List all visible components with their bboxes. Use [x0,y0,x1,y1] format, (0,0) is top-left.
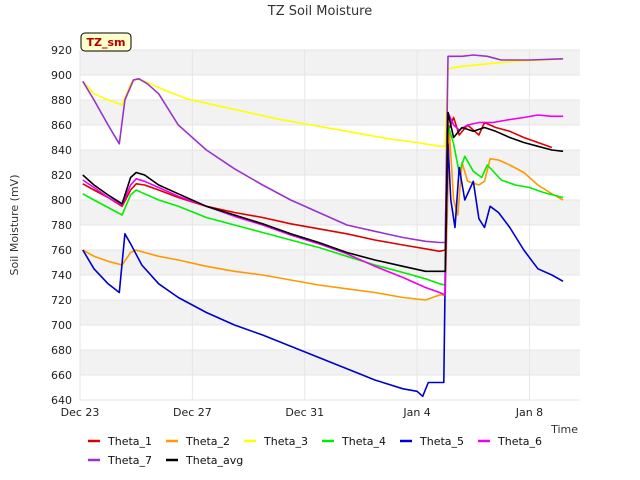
legend-item-theta-2: Theta_2 [166,435,230,448]
grid-bands [79,49,580,401]
y-tick-label: 780 [51,219,72,232]
y-axis-ticks: 6406606807007207407607808008208408608809… [51,44,72,407]
grid-band [80,250,580,275]
x-tick-label: Dec 27 [173,406,212,419]
legend-item-theta-6: Theta_6 [478,435,542,448]
x-tick-label: Dec 31 [285,406,324,419]
y-tick-label: 900 [51,69,72,82]
x-tick-label: Dec 23 [61,406,100,419]
legend-item-theta-5: Theta_5 [400,435,464,448]
legend-label: Theta_6 [497,435,542,448]
legend-label: Theta_3 [263,435,308,448]
legend-item-theta-7: Theta_7 [88,454,152,467]
x-axis-ticks: Dec 23 Dec 27 Dec 31 Jan 4 Jan 8 [61,406,544,419]
y-tick-label: 700 [51,319,72,332]
legend-item-theta-4: Theta_4 [322,435,386,448]
y-tick-label: 680 [51,344,72,357]
legend-label: Theta_7 [107,454,152,467]
y-tick-label: 660 [51,369,72,382]
legend-label: Theta_5 [419,435,464,448]
y-tick-label: 740 [51,269,72,282]
x-tick-label: Jan 4 [402,406,430,419]
legend-item-theta-3: Theta_3 [244,435,308,448]
x-axis-label: Time [550,423,578,436]
legend-label: Theta_avg [185,454,243,467]
chart-title: TZ Soil Moisture [267,4,373,19]
grid-band [80,100,580,125]
y-tick-label: 800 [51,194,72,207]
y-tick-label: 820 [51,169,72,182]
soil-moisture-chart: TZ Soil Moisture 64066068070072074076078… [8,4,580,467]
x-tick-label: Jan 8 [515,406,543,419]
y-tick-label: 720 [51,294,72,307]
y-axis-label: Soil Moisture (mV) [8,175,21,276]
badge-label: TZ_sm [87,36,126,49]
tz-sm-badge: TZ_sm [80,32,132,52]
legend-item-theta-1: Theta_1 [88,435,152,448]
grid-band [80,300,580,325]
y-tick-label: 860 [51,119,72,132]
legend-label: Theta_2 [185,435,230,448]
legend: Theta_1 Theta_2 Theta_3 Theta_4 Theta_5 Theta… [88,435,542,467]
y-tick-label: 760 [51,244,72,257]
legend-item-theta-avg: Theta_avg [166,454,243,467]
legend-label: Theta_1 [107,435,152,448]
y-tick-label: 920 [51,44,72,57]
y-tick-label: 840 [51,144,72,157]
legend-label: Theta_4 [341,435,386,448]
y-tick-label: 880 [51,94,72,107]
